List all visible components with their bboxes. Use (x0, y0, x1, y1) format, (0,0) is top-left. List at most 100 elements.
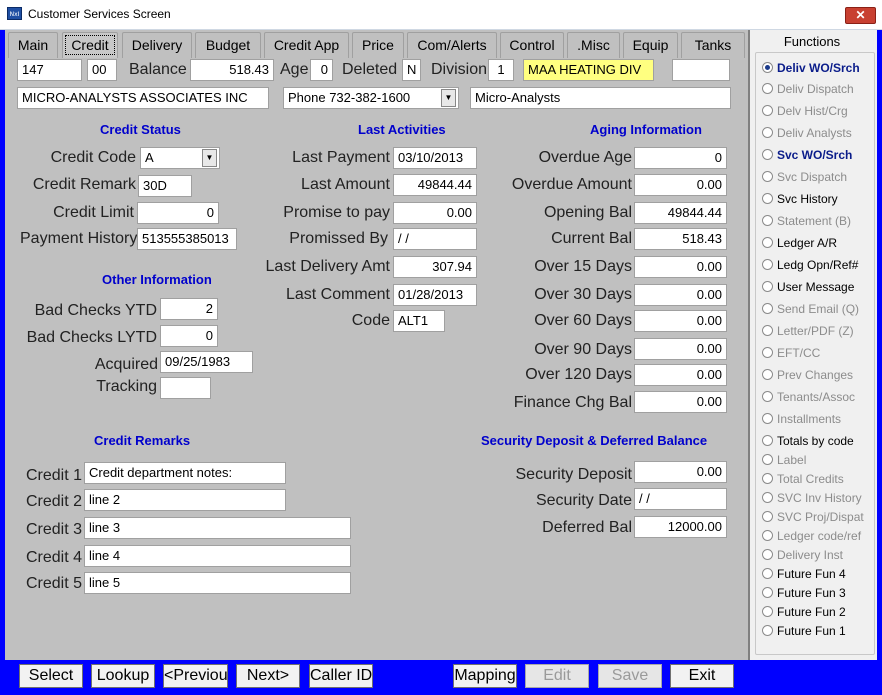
tab-credit[interactable]: Credit (62, 32, 118, 58)
last-payment-field[interactable]: 03/10/2013 (393, 147, 477, 169)
tab-tanks[interactable]: Tanks (681, 32, 745, 58)
credit-1-field[interactable]: Credit department notes: (84, 462, 286, 484)
function-item[interactable]: Statement (B) (762, 213, 851, 229)
function-item[interactable]: Ledger code/ref (762, 528, 861, 544)
overdue-amount-field[interactable]: 0.00 (634, 174, 727, 196)
over-120-days-field[interactable]: 0.00 (634, 364, 727, 386)
chevron-down-icon[interactable]: ▼ (441, 89, 456, 107)
deferred-bal-field[interactable]: 12000.00 (634, 516, 727, 538)
tab-misc[interactable]: .Misc (567, 32, 620, 58)
last-delivery-amt-field[interactable]: 307.94 (393, 256, 477, 278)
radio-icon[interactable] (762, 454, 773, 465)
radio-icon[interactable] (762, 62, 773, 73)
credit-5-field[interactable]: line 5 (84, 572, 351, 594)
radio-icon[interactable] (762, 105, 773, 116)
chevron-down-icon[interactable]: ▼ (202, 149, 217, 167)
function-item[interactable]: SVC Proj/Dispat (762, 509, 864, 525)
radio-icon[interactable] (762, 281, 773, 292)
radio-icon[interactable] (762, 549, 773, 560)
finance-chg-bal-field[interactable]: 0.00 (634, 391, 727, 413)
function-item[interactable]: Future Fun 1 (762, 623, 846, 639)
overdue-age-field[interactable]: 0 (634, 147, 727, 169)
division-field[interactable]: 1 (488, 59, 514, 81)
radio-icon[interactable] (762, 413, 773, 424)
function-item[interactable]: Send Email (Q) (762, 301, 859, 317)
tab-credit-app[interactable]: Credit App (264, 32, 349, 58)
radio-icon[interactable] (762, 215, 773, 226)
radio-icon[interactable] (762, 127, 773, 138)
deleted-field[interactable]: N (402, 59, 421, 81)
credit-3-field[interactable]: line 3 (84, 517, 351, 539)
function-item[interactable]: Future Fun 2 (762, 604, 846, 620)
promise-to-pay-field[interactable]: 0.00 (393, 202, 477, 224)
function-item[interactable]: Future Fun 4 (762, 566, 846, 582)
promissed-by-field[interactable]: / / (393, 228, 477, 250)
credit-remark-field[interactable]: 30D (138, 175, 192, 197)
function-item[interactable]: Future Fun 3 (762, 585, 846, 601)
function-item[interactable]: Deliv Analysts (762, 125, 852, 141)
tab-equip[interactable]: Equip (623, 32, 678, 58)
radio-icon[interactable] (762, 83, 773, 94)
function-item[interactable]: Totals by code (762, 433, 854, 449)
bad-checks-ytd-field[interactable]: 2 (160, 298, 218, 320)
function-item[interactable]: Prev Changes (762, 367, 853, 383)
radio-icon[interactable] (762, 511, 773, 522)
radio-icon[interactable] (762, 568, 773, 579)
current-bal-field[interactable]: 518.43 (634, 228, 727, 250)
function-item[interactable]: Svc History (762, 191, 838, 207)
save-button[interactable]: Save (598, 664, 662, 688)
radio-icon[interactable] (762, 391, 773, 402)
function-item[interactable]: Delivery Inst (762, 547, 843, 563)
radio-icon[interactable] (762, 347, 773, 358)
radio-icon[interactable] (762, 435, 773, 446)
function-item[interactable]: SVC Inv History (762, 490, 862, 506)
radio-icon[interactable] (762, 625, 773, 636)
function-item[interactable]: Deliv WO/Srch (762, 60, 860, 76)
over-90-days-field[interactable]: 0.00 (634, 338, 727, 360)
tab-control[interactable]: Control (500, 32, 564, 58)
function-item[interactable]: Svc Dispatch (762, 169, 847, 185)
function-item[interactable]: Letter/PDF (Z) (762, 323, 854, 339)
radio-icon[interactable] (762, 492, 773, 503)
customer-name-field[interactable]: MICRO-ANALYSTS ASSOCIATES INC (17, 87, 269, 109)
function-item[interactable]: Delv Hist/Crg (762, 103, 848, 119)
credit-2-field[interactable]: line 2 (84, 489, 286, 511)
radio-icon[interactable] (762, 259, 773, 270)
radio-icon[interactable] (762, 237, 773, 248)
next-button[interactable]: Next> (236, 664, 300, 688)
tab-delivery[interactable]: Delivery (122, 32, 192, 58)
previous-button[interactable]: <Previou (163, 664, 228, 688)
function-item[interactable]: Total Credits (762, 471, 844, 487)
function-item[interactable]: Tenants/Assoc (762, 389, 855, 405)
radio-icon[interactable] (762, 303, 773, 314)
credit-4-field[interactable]: line 4 (84, 545, 351, 567)
function-item[interactable]: EFT/CC (762, 345, 820, 361)
age-field[interactable]: 0 (310, 59, 333, 81)
radio-icon[interactable] (762, 193, 773, 204)
security-deposit-field[interactable]: 0.00 (634, 461, 727, 483)
edit-button[interactable]: Edit (525, 664, 589, 688)
opening-bal-field[interactable]: 49844.44 (634, 202, 727, 224)
account-number-field[interactable]: 147 (17, 59, 82, 81)
account-sub-field[interactable]: 00 (87, 59, 117, 81)
lookup-button[interactable]: Lookup (91, 664, 155, 688)
radio-icon[interactable] (762, 325, 773, 336)
radio-icon[interactable] (762, 149, 773, 160)
tab-com-alerts[interactable]: Com/Alerts (407, 32, 497, 58)
radio-icon[interactable] (762, 473, 773, 484)
exit-button[interactable]: Exit (670, 664, 734, 688)
extra-field[interactable] (672, 59, 730, 81)
tab-main[interactable]: Main (8, 32, 58, 58)
bad-checks-lytd-field[interactable]: 0 (160, 325, 218, 347)
last-amount-field[interactable]: 49844.44 (393, 174, 477, 196)
radio-icon[interactable] (762, 587, 773, 598)
acquired-field[interactable]: 09/25/1983 (160, 351, 253, 373)
close-button[interactable]: ✕ (845, 7, 876, 24)
credit-limit-field[interactable]: 0 (137, 202, 219, 224)
function-item[interactable]: Deliv Dispatch (762, 81, 854, 97)
security-date-field[interactable]: / / (634, 488, 727, 510)
last-comment-field[interactable]: 01/28/2013 (393, 284, 477, 306)
select-button[interactable]: Select (19, 664, 83, 688)
mapping-button[interactable]: Mapping (453, 664, 517, 688)
radio-icon[interactable] (762, 369, 773, 380)
